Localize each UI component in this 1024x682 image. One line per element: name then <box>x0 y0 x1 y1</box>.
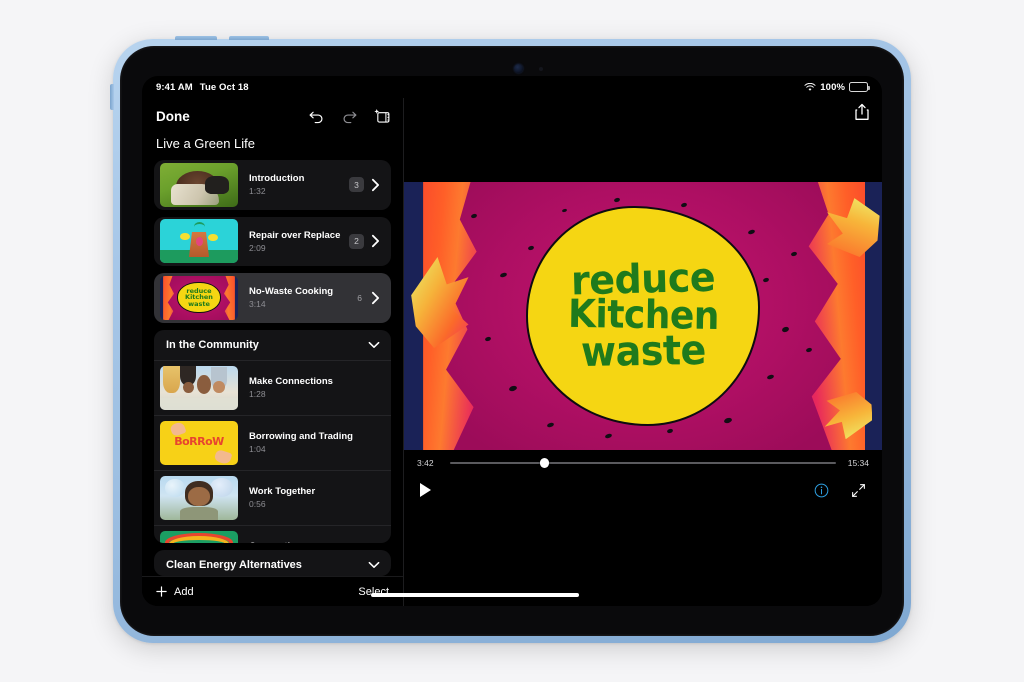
group-row-work-together[interactable]: Work Together 0:56 <box>154 470 391 525</box>
video-stage[interactable]: reduce Kitchen waste <box>404 182 882 450</box>
status-bar-right: 100% <box>804 82 868 93</box>
group-header[interactable]: Clean Energy Alternatives <box>154 550 391 576</box>
chapter-meta: Work Together 0:56 <box>238 486 383 509</box>
chapter-duration: 2:09 <box>249 243 349 253</box>
battery-icon <box>849 82 868 92</box>
project-title: Live a Green Life <box>142 134 403 160</box>
chapter-duration: 1:32 <box>249 186 349 196</box>
home-indicator <box>142 584 882 606</box>
status-bar-left: 9:41 AM Tue Oct 18 <box>156 82 249 93</box>
chapter-duration: 1:28 <box>249 389 383 399</box>
chevron-right-icon[interactable] <box>371 291 380 305</box>
chapter-thumbnail <box>160 163 238 207</box>
chapter-name: Work Together <box>249 486 383 497</box>
video-player[interactable]: reduce Kitchen waste <box>404 182 882 450</box>
sidebar: Done <box>142 98 404 606</box>
scrubber-track[interactable] <box>450 462 836 465</box>
group-clean-energy-alternatives: Clean Energy Alternatives <box>154 550 391 576</box>
group-in-the-community: In the Community <box>154 330 391 544</box>
group-row-commuting[interactable]: Commuting 0:26 <box>154 525 391 544</box>
chapter-name: Make Connections <box>249 376 383 387</box>
wifi-icon <box>804 83 816 92</box>
video-title-blob: reduce Kitchen waste <box>526 206 760 426</box>
scrubber-knob[interactable] <box>540 458 550 468</box>
chapter-duration: 3:14 <box>249 299 357 309</box>
group-title: Clean Energy Alternatives <box>166 559 302 571</box>
screen: 9:41 AM Tue Oct 18 100% <box>142 76 882 606</box>
chapter-count-badge: 3 <box>349 177 364 192</box>
status-time: 9:41 AM <box>156 82 193 93</box>
undo-icon[interactable] <box>308 108 325 125</box>
chapter-row-repair-over-replace[interactable]: Repair over Replace 2:09 2 <box>154 217 391 267</box>
chapter-thumbnail <box>160 219 238 263</box>
ipad-device: 9:41 AM Tue Oct 18 100% <box>113 39 911 643</box>
chapter-duration: 1:04 <box>249 444 383 454</box>
volume-up-button[interactable] <box>175 36 217 40</box>
chapter-meta: Repair over Replace 2:09 <box>238 230 349 253</box>
chapter-row-no-waste-cooking[interactable]: reduce Kitchen waste No-Waste Cooking 3:… <box>154 273 391 323</box>
toolbar-icon-group <box>308 108 391 125</box>
group-row-borrowing-and-trading[interactable]: BoRRoW Borrowing and Trading 1:04 <box>154 415 391 470</box>
chapter-name: Borrowing and Trading <box>249 431 383 442</box>
front-camera-icon <box>514 64 523 73</box>
chapter-meta: Commuting 0:26 <box>238 541 383 543</box>
player-right-buttons <box>814 483 866 498</box>
chapter-thumbnail: reduce Kitchen waste <box>160 276 238 320</box>
side-connector <box>110 84 114 110</box>
play-button[interactable] <box>420 483 431 497</box>
app-container: Done <box>142 98 882 606</box>
chevron-right-icon[interactable] <box>371 178 380 192</box>
redo-icon[interactable] <box>341 108 358 125</box>
battery-percent-label: 100% <box>820 82 845 93</box>
chevron-down-icon[interactable] <box>368 561 380 569</box>
chevron-right-icon[interactable] <box>371 234 380 248</box>
scrubber-row: 3:42 15:34 <box>413 450 873 476</box>
chapter-meta: Make Connections 1:28 <box>238 376 383 399</box>
chapter-thumbnail <box>160 531 238 544</box>
expand-arrows-icon[interactable] <box>851 483 866 498</box>
home-indicator-bar[interactable] <box>371 593 578 597</box>
chapter-count-label: 6 <box>357 293 362 303</box>
info-circle-icon[interactable] <box>814 483 829 498</box>
sidebar-toolbar: Done <box>142 98 403 134</box>
chapter-name: Repair over Replace <box>249 230 349 241</box>
chapter-meta: Borrowing and Trading 1:04 <box>238 431 383 454</box>
chapter-count-badge: 2 <box>349 234 364 249</box>
status-date: Tue Oct 18 <box>200 82 249 93</box>
total-time-label: 15:34 <box>845 458 869 468</box>
chapter-duration: 0:56 <box>249 499 383 509</box>
chapter-meta: Introduction 1:32 <box>238 173 349 196</box>
share-icon[interactable] <box>854 103 870 121</box>
chapter-name: Commuting <box>249 541 383 543</box>
chapter-row-introduction[interactable]: Introduction 1:32 3 <box>154 160 391 210</box>
chapter-list[interactable]: Introduction 1:32 3 <box>142 160 403 576</box>
player-buttons-row <box>413 476 873 504</box>
chapter-thumbnail <box>160 476 238 520</box>
chevron-down-icon[interactable] <box>368 341 380 349</box>
video-title-line-3: waste <box>580 331 705 372</box>
share-button[interactable] <box>854 103 870 126</box>
done-button[interactable]: Done <box>156 109 190 124</box>
add-clip-icon[interactable] <box>374 108 391 125</box>
device-bezel: 9:41 AM Tue Oct 18 100% <box>120 46 904 636</box>
player-transport: 3:42 15:34 <box>404 450 882 508</box>
chapter-name: Introduction <box>249 173 349 184</box>
chapter-thumbnail: BoRRoW <box>160 421 238 465</box>
current-time-label: 3:42 <box>417 458 441 468</box>
ambient-sensor-icon <box>539 67 543 71</box>
status-bar: 9:41 AM Tue Oct 18 100% <box>142 76 882 98</box>
volume-down-button[interactable] <box>229 36 269 40</box>
group-row-make-connections[interactable]: Make Connections 1:28 <box>154 360 391 415</box>
group-header[interactable]: In the Community <box>154 330 391 360</box>
group-title: In the Community <box>166 339 259 351</box>
chapter-thumbnail <box>160 366 238 410</box>
detail-pane: reduce Kitchen waste 3:42 15: <box>404 98 882 606</box>
chapter-meta: No-Waste Cooking 3:14 <box>238 286 357 309</box>
chapter-name: No-Waste Cooking <box>249 286 357 297</box>
